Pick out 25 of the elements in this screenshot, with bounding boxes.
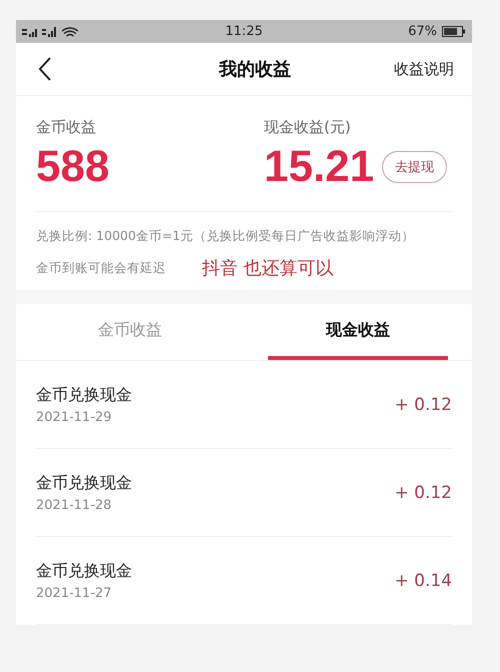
cash-value: 15.21 xyxy=(264,145,374,189)
cash-label: 现金收益(元) xyxy=(264,118,352,137)
record-title: 金币兑换现金 xyxy=(36,472,132,494)
withdraw-button[interactable]: 去提现 xyxy=(382,151,448,183)
coin-value: 588 xyxy=(36,145,110,189)
record-title: 金币兑换现金 xyxy=(36,384,132,406)
record-date: 2021-11-27 xyxy=(36,586,113,601)
exchange-ratio-note: 兑换比例: 10000金币=1元（兑换比例受每日广告收益影响浮动） xyxy=(36,228,416,244)
record-date: 2021-11-28 xyxy=(36,498,113,513)
battery-percent: 67% xyxy=(408,24,437,39)
record-amount: + 0.14 xyxy=(394,570,452,591)
earnings-info-link[interactable]: 收益说明 xyxy=(394,60,454,78)
back-icon[interactable] xyxy=(38,57,52,81)
delay-note: 金币到账可能会有延迟 xyxy=(36,260,166,276)
tab[interactable]: 现金收益 xyxy=(268,304,448,360)
annotation-text: 抖音 也还算可以 xyxy=(202,257,334,280)
record-amount: + 0.12 xyxy=(394,394,452,415)
clock-time: 11:25 xyxy=(225,24,263,39)
record-amount: + 0.12 xyxy=(394,482,452,503)
signal-icon xyxy=(22,26,80,38)
record-date: 2021-11-29 xyxy=(36,410,113,425)
record-title: 金币兑换现金 xyxy=(36,560,132,582)
page-title: 我的收益 xyxy=(219,58,291,81)
coin-label: 金币收益 xyxy=(36,118,97,137)
battery-icon xyxy=(442,26,466,37)
